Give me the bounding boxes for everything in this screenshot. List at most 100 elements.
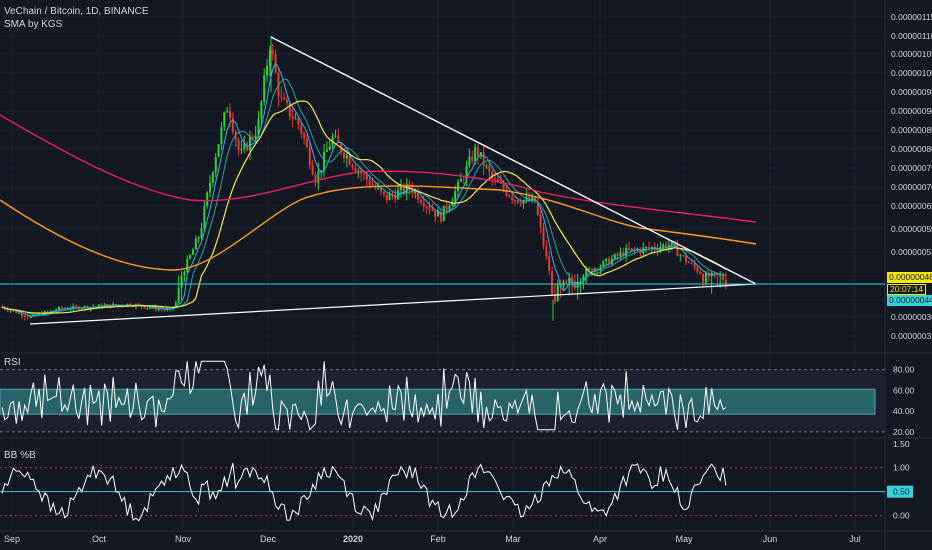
candle-body [337, 135, 340, 143]
candle-body [146, 307, 149, 309]
candle-body [679, 255, 682, 257]
candle-body [445, 205, 448, 210]
candle-body [12, 310, 15, 312]
candle-body [157, 308, 160, 310]
candle-body [685, 255, 687, 263]
candle-body [488, 165, 491, 172]
indicator-label[interactable]: SMA by KGS [4, 19, 62, 30]
candle-body [323, 151, 326, 171]
candle-body [539, 214, 542, 228]
candle-body [266, 66, 269, 76]
rsi-tick-label: 80.00 [893, 365, 915, 375]
candle-body [300, 124, 303, 134]
candle-body [454, 191, 457, 202]
candle-body [431, 209, 434, 211]
candle-body [334, 135, 337, 137]
rsi-tick-label: 60.00 [893, 385, 915, 395]
candle-body [545, 245, 548, 256]
candle-body [471, 156, 474, 162]
candle-body [206, 192, 209, 207]
candle-body [203, 206, 206, 228]
bb-tick-label: 0.50 [893, 487, 910, 497]
price-tick-label: 0.00000031 [891, 331, 932, 341]
time-tick-label: Sep [4, 534, 20, 544]
time-tick-label: 2020 [343, 534, 363, 544]
candle-body [425, 206, 428, 208]
candle-body [18, 312, 21, 314]
candle-body [271, 50, 274, 54]
candle-body [434, 210, 437, 217]
rsi-pane [0, 360, 885, 433]
candle-body [405, 183, 408, 194]
candle-body [511, 196, 514, 200]
candle-body [482, 152, 485, 166]
candle-body [382, 191, 385, 195]
price-tick-label: 0.00000053 [891, 247, 932, 257]
candle-body [428, 206, 431, 210]
candle-body [263, 75, 266, 102]
candle-body [240, 149, 243, 151]
time-tick-label: Jul [849, 534, 861, 544]
candle-body [328, 146, 331, 150]
candle-body [23, 315, 26, 317]
candle-body [625, 247, 628, 257]
last-price-tag: 0.00000046 [887, 272, 932, 283]
price-tick-label: 0.00000036 [891, 312, 932, 322]
candle-body [149, 307, 152, 309]
candle-body [514, 199, 516, 201]
candle-body [343, 152, 345, 159]
rsi-tick-label: 20.00 [893, 427, 915, 437]
countdown-tag: 20:07:14 [887, 284, 927, 295]
price-tick-label: 0.00000095 [891, 87, 932, 97]
candle-body [49, 310, 52, 312]
candle-body [553, 295, 556, 302]
candle-body [217, 144, 220, 157]
candle-body [354, 167, 357, 172]
candle-body [388, 193, 391, 201]
price-tick-label: 0.00000065 [891, 201, 932, 211]
candle-body [223, 112, 226, 127]
candle-body [613, 254, 616, 259]
candle-body [29, 316, 32, 318]
candle-body [311, 165, 314, 175]
candle-body [60, 307, 63, 309]
candle-body [516, 200, 519, 203]
price-tick-label: 0.00000075 [891, 163, 932, 173]
candle-body [194, 238, 197, 250]
candle-body [9, 310, 12, 312]
candle-body [163, 309, 166, 311]
time-tick-label: Feb [430, 534, 446, 544]
candle-body [345, 155, 348, 159]
candle-body [556, 284, 559, 302]
candle-body [209, 182, 212, 193]
candle-body [362, 173, 365, 175]
candle-body [308, 147, 311, 166]
candle-body [177, 287, 180, 303]
price-tick-label: 0.00000115 [891, 12, 932, 22]
price-tick-label: 0.00000100 [891, 68, 932, 78]
candle-body [494, 178, 497, 180]
candle-body [519, 202, 522, 205]
time-tick-label: Apr [593, 534, 607, 544]
rsi-pane-label[interactable]: RSI [4, 357, 21, 368]
candle-body [619, 252, 622, 256]
candle-body [474, 146, 477, 162]
bb-pane-label[interactable]: BB %B [4, 450, 36, 461]
time-tick-label: Jun [763, 534, 778, 544]
candle-body [476, 146, 479, 157]
time-tick-label: Oct [92, 534, 107, 544]
price-tick-label: 0.00000070 [891, 182, 932, 192]
candle-body [645, 246, 648, 248]
candle-body [211, 172, 214, 183]
candle-body [351, 164, 354, 168]
support-price-tag: 0.00000044 [887, 295, 932, 306]
candle-body [189, 254, 192, 259]
bb-tick-label: 1.00 [893, 463, 910, 473]
candle-body [662, 244, 665, 248]
price-tick-label: 0.00000085 [891, 125, 932, 135]
candle-body [143, 306, 146, 309]
candle-body [693, 263, 696, 268]
candle-body [462, 178, 465, 180]
time-tick-label: May [675, 534, 693, 544]
candle-body [226, 111, 229, 113]
